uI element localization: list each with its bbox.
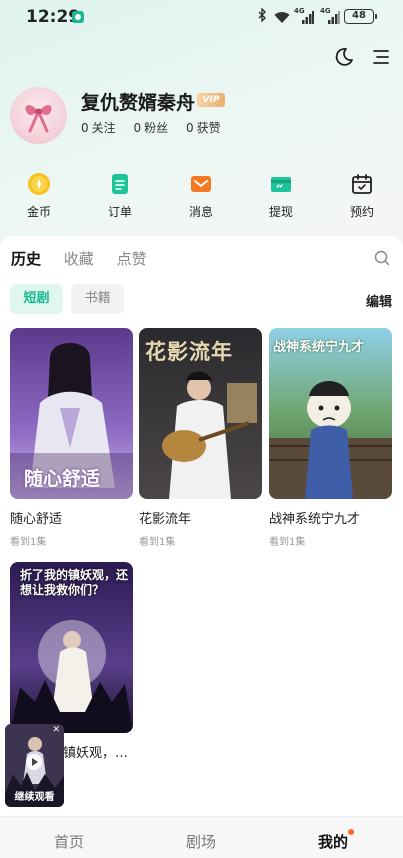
quick-actions: 金币 订单 消息 提现 预约 (0, 172, 403, 222)
play-icon[interactable] (26, 754, 42, 770)
quick-action-label: 提现 (268, 205, 293, 219)
dark-mode-icon[interactable] (334, 47, 354, 67)
card-progress: 看到1集 (10, 537, 47, 548)
card-progress: 看到1集 (139, 537, 176, 548)
quick-action-withdraw[interactable]: 提现 (251, 172, 311, 220)
quick-action-label: 金币 (26, 205, 51, 219)
vip-badge[interactable]: VIP (197, 93, 225, 107)
nav-home[interactable]: 首页 (54, 831, 84, 852)
quick-action-messages[interactable]: 消息 (171, 172, 231, 220)
avatar[interactable] (10, 87, 67, 144)
stat-value: 0 (81, 121, 89, 135)
stat-following[interactable]: 0 关注 (81, 119, 116, 136)
order-icon (108, 172, 132, 196)
search-icon[interactable] (374, 250, 390, 266)
chip-books[interactable]: 书籍 (71, 284, 125, 314)
coin-icon (27, 172, 51, 196)
signal-icon: 4G (294, 7, 314, 29)
nav-theater[interactable]: 剧场 (186, 831, 216, 852)
poster-title-text: 战神系统宁九才 (273, 340, 365, 355)
message-icon (189, 172, 213, 196)
card-title: 战神系统宁九才 (269, 512, 361, 527)
poster-title-text: 花影流年 (145, 340, 233, 364)
poster-image: 战神系统宁九才 (269, 328, 392, 499)
username[interactable]: 复仇赘婿秦舟 (81, 88, 195, 115)
battery-icon: 48 (344, 9, 377, 24)
stat-label: 粉丝 (144, 121, 169, 135)
edit-button[interactable]: 编辑 (366, 291, 392, 310)
stat-likes[interactable]: 0 获赞 (186, 119, 221, 136)
notification-dot (348, 829, 355, 835)
calendar-icon (350, 172, 374, 196)
bluetooth-icon (258, 7, 267, 26)
history-tabs: 历史 收藏 点赞 (11, 248, 165, 269)
bottom-nav: 首页 剧场 我的 (0, 816, 403, 858)
stat-label: 获赞 (196, 121, 221, 135)
quick-action-label: 预约 (349, 205, 374, 219)
poster-image: 随心舒适 (10, 328, 133, 499)
continue-watching-player[interactable]: ✕ 继续观看 (5, 724, 64, 807)
poster-image: 花影流年 (139, 328, 262, 499)
history-card[interactable]: 战神系统宁九才 战神系统宁九才 看到1集 (269, 328, 392, 548)
stat-value: 0 (133, 121, 142, 135)
network-type-2: 4G (320, 7, 331, 15)
wifi-icon (274, 9, 290, 28)
quick-action-reservation[interactable]: 预约 (332, 172, 392, 220)
card-title: 随心舒适 (10, 512, 63, 527)
tab-favorites[interactable]: 收藏 (64, 248, 94, 269)
card-progress: 看到1集 (269, 537, 306, 548)
app-notification-icon (72, 11, 84, 23)
profile-stats: 0 关注 0 粉丝 0 获赞 (81, 119, 235, 136)
history-card[interactable]: 随心舒适 随心舒适 看到1集 (10, 328, 133, 548)
nav-me[interactable]: 我的 (318, 829, 355, 852)
stat-label: 关注 (91, 121, 116, 135)
poster-image: 折了我的镇妖观，还想让我救你们？ (10, 562, 133, 733)
poster-title-text: 随心舒适 (24, 468, 101, 490)
signal-icon-2: 4G (320, 7, 340, 29)
chip-short-drama[interactable]: 短剧 (10, 284, 63, 314)
stat-value: 0 (185, 121, 194, 135)
network-type: 4G (294, 7, 305, 15)
tab-history[interactable]: 历史 (11, 248, 41, 269)
history-card[interactable]: 花影流年 花影流年 看到1集 (139, 328, 262, 548)
quick-action-coins[interactable]: 金币 (9, 172, 69, 220)
quick-action-label: 消息 (188, 205, 213, 219)
menu-icon[interactable] (372, 48, 390, 66)
nav-me-label: 我的 (318, 833, 349, 851)
poster-title-text: 折了我的镇妖观，还想让我救你们？ (20, 568, 129, 597)
close-icon[interactable]: ✕ (52, 725, 60, 735)
continue-watching-label: 继续观看 (14, 792, 55, 803)
tab-likes[interactable]: 点赞 (117, 248, 147, 269)
card-title: 花影流年 (139, 512, 192, 527)
stat-followers[interactable]: 0 粉丝 (133, 119, 168, 136)
quick-action-label: 订单 (107, 205, 132, 219)
withdraw-icon (269, 172, 293, 196)
content-type-chips: 短剧 书籍 (10, 284, 127, 314)
status-bar: 12:29 4G 4G 48 (0, 0, 403, 34)
quick-action-orders[interactable]: 订单 (90, 172, 150, 220)
